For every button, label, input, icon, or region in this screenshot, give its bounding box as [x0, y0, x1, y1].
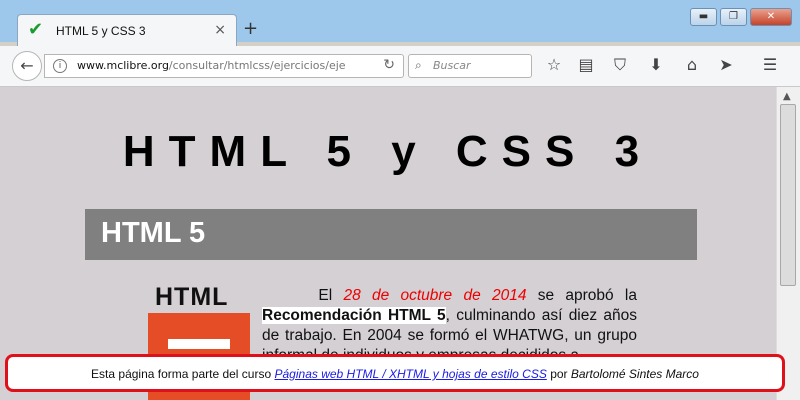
search-icon: ⌕ — [415, 58, 422, 72]
minimize-button[interactable]: ▬ — [690, 8, 717, 26]
download-icon[interactable]: ⬇ — [646, 55, 666, 74]
reading-list-icon[interactable]: ▤ — [576, 55, 596, 74]
url-text: www.mclibre.org/consultar/htmlcss/ejerci… — [77, 59, 346, 72]
tab-close-icon[interactable]: × — [214, 22, 226, 38]
search-box[interactable]: ⌕ Buscar — [408, 54, 532, 78]
maximize-button[interactable]: ❐ — [720, 8, 747, 26]
back-icon: ← — [20, 56, 34, 75]
html5-logo-text: HTML — [155, 283, 229, 311]
checkmark-favicon-icon: ✔ — [28, 19, 44, 40]
footer-banner: Esta página forma parte del curso Página… — [5, 354, 785, 392]
page-title: HTML 5 y CSS 3 — [122, 127, 654, 176]
footer-author: Bartolomé Sintes Marco — [570, 367, 699, 381]
info-icon[interactable]: i — [53, 59, 67, 73]
address-bar[interactable]: i www.mclibre.org/consultar/htmlcss/ejer… — [44, 54, 404, 78]
search-placeholder: Buscar — [433, 59, 471, 72]
reload-icon[interactable]: ↻ — [383, 57, 395, 73]
scroll-up-icon[interactable]: ▲ — [783, 91, 791, 102]
url-path: /consultar/htmlcss/ejercicios/eje — [168, 59, 346, 72]
tab-title: HTML 5 y CSS 3 — [56, 24, 146, 38]
section-heading: HTML 5 — [101, 217, 206, 249]
pocket-icon[interactable]: ⛉ — [610, 55, 630, 75]
scrollbar-thumb[interactable] — [780, 104, 796, 286]
new-tab-button[interactable]: + — [243, 18, 258, 39]
close-window-button[interactable]: ✕ — [750, 8, 792, 26]
section-header: HTML 5 — [85, 209, 697, 260]
send-icon[interactable]: ➤ — [716, 55, 736, 74]
back-button[interactable]: ← — [12, 51, 42, 81]
home-icon[interactable]: ⌂ — [682, 55, 702, 74]
navigation-toolbar: ← i www.mclibre.org/consultar/htmlcss/ej… — [0, 46, 800, 87]
title-bar: ✔ HTML 5 y CSS 3 × + ▬ ❐ ✕ — [0, 0, 800, 47]
menu-icon[interactable]: ☰ — [760, 55, 780, 74]
bookmark-star-icon[interactable]: ☆ — [544, 55, 564, 74]
para-lead: El — [318, 287, 333, 304]
footer-text: Esta página forma parte del curso Página… — [8, 367, 782, 381]
footer-by: por — [550, 367, 568, 381]
url-domain: www.mclibre.org — [77, 59, 169, 72]
browser-tab[interactable]: ✔ HTML 5 y CSS 3 × — [17, 14, 237, 47]
para-strong: Recomendación HTML 5 — [262, 307, 446, 324]
course-link[interactable]: Páginas web HTML / XHTML y hojas de esti… — [275, 367, 547, 381]
window-controls: ▬ ❐ ✕ — [690, 8, 792, 26]
vertical-scrollbar[interactable]: ▲ — [776, 87, 800, 400]
footer-prefix: Esta página forma parte del curso — [91, 367, 272, 381]
para-date: 28 de octubre de 2014 — [343, 287, 527, 304]
para-mid: se aprobó la — [537, 287, 637, 304]
